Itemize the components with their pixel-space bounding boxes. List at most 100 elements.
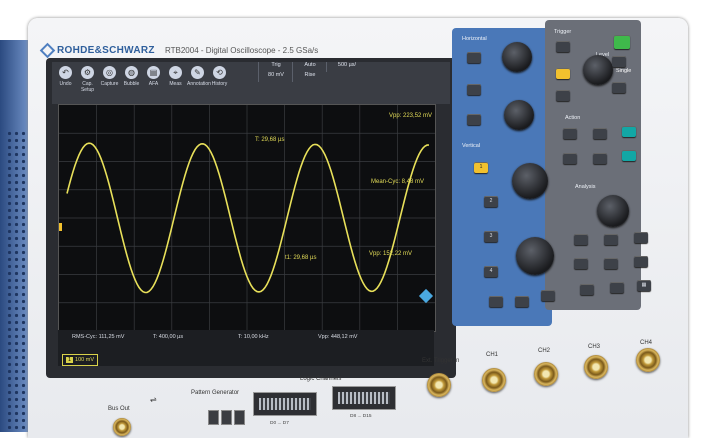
trigger-setup-button[interactable] xyxy=(556,41,570,52)
analysis-button-6[interactable] xyxy=(634,256,648,267)
bars-icon: ▤ xyxy=(147,66,160,79)
mode-label: Auto xyxy=(292,62,327,72)
ch4-connector[interactable] xyxy=(636,348,660,372)
bus-out-connector[interactable] xyxy=(113,418,131,436)
analysis-button-5[interactable] xyxy=(604,258,618,269)
pattern-pin-2[interactable] xyxy=(221,410,232,425)
waveform-display[interactable]: Vpp: 223,52 mV T: 29,68 µs Mean-Cyc: 8,4… xyxy=(56,104,436,332)
force-button[interactable] xyxy=(612,82,626,93)
ventilation-grille xyxy=(6,130,26,430)
measure-vpp: Vpp: 223,52 mV xyxy=(389,113,432,119)
analysis-button-7[interactable] xyxy=(580,284,594,295)
trigger-source-button[interactable] xyxy=(556,68,570,79)
pattern-pin-1[interactable] xyxy=(208,410,219,425)
vertical-label: Vertical xyxy=(462,143,481,149)
action-button-3[interactable] xyxy=(622,126,636,137)
logic-range-1: D0 ... D7 xyxy=(270,421,289,426)
analysis-button-4[interactable] xyxy=(574,258,588,269)
analysis-button-2[interactable] xyxy=(604,234,618,245)
toolbar-cap-setup[interactable]: ⚙ Cap. Setup xyxy=(77,64,98,100)
logic-port-1-pins xyxy=(259,398,311,410)
trig-value: 80 mV xyxy=(258,72,293,82)
ch4-connector-label: CH4 xyxy=(640,340,653,346)
mode-value: Rise xyxy=(292,72,327,82)
analysis-button-3[interactable] xyxy=(634,232,648,243)
pattern-pin-3[interactable] xyxy=(234,410,245,425)
ch3-connector-label: CH3 xyxy=(588,344,601,350)
action-button-4[interactable] xyxy=(563,153,577,164)
toolbar-history[interactable]: ⟲ History xyxy=(209,64,230,100)
toolbar-meas[interactable]: ⌖ Meas xyxy=(165,64,186,100)
logic-range-2: D8 ... D15 xyxy=(350,414,372,419)
model-label: RTB2004 - Digital Oscilloscope - 2.5 GSa… xyxy=(165,46,319,55)
ch1-connector[interactable] xyxy=(482,368,506,392)
action-button-2[interactable] xyxy=(593,128,607,139)
ch1-connector-label: CH1 xyxy=(486,352,499,358)
ch1-scale-box[interactable]: 1 100 mV xyxy=(62,354,98,366)
action-button-1[interactable] xyxy=(563,128,577,139)
analysis-label: Analysis xyxy=(575,184,596,190)
undo-icon: ↶ xyxy=(59,66,72,79)
action-label: Action xyxy=(565,115,581,121)
logic-port-2-pins xyxy=(338,392,390,404)
cursor-readout: t1: 29,68 µs xyxy=(285,255,316,261)
analysis-button-8[interactable] xyxy=(610,282,624,293)
logic-port-2[interactable] xyxy=(332,386,396,410)
horizontal-button-3[interactable] xyxy=(467,114,481,125)
trigger-label: Trigger xyxy=(554,29,572,35)
waveform-svg: Vpp: 223,52 mV T: 29,68 µs Mean-Cyc: 8,4… xyxy=(56,105,435,331)
ch4-button[interactable]: 4 xyxy=(484,266,498,277)
horizontal-position-knob[interactable] xyxy=(502,42,532,72)
ch3-connector[interactable] xyxy=(584,355,608,379)
single-button[interactable] xyxy=(612,56,626,67)
action-button-5[interactable] xyxy=(593,153,607,164)
bubble-icon: ◍ xyxy=(125,66,138,79)
ch3-button[interactable]: 3 xyxy=(484,231,498,242)
toolbar-annotation[interactable]: ✎ Annotation xyxy=(187,64,211,100)
meas-frequency: T: 10,00 kHz xyxy=(238,334,269,340)
meas-rms: RMS-Cyc: 111,25 mV xyxy=(72,334,125,340)
meas-vpp: Vpp: 448,12 mV xyxy=(318,334,358,340)
universal-knob[interactable] xyxy=(597,195,629,227)
meas-period: T: 400,00 µs xyxy=(153,334,184,340)
grid xyxy=(59,105,435,331)
measurement-bar: RMS-Cyc: 111,25 mV T: 400,00 µs T: 10,00… xyxy=(58,330,434,366)
measure-period: T: 29,68 µs xyxy=(255,137,284,143)
capture-icon: ◎ xyxy=(103,66,116,79)
ext-trigger-label: Ext. Trigger In xyxy=(422,358,460,364)
single-label: Single xyxy=(616,68,632,74)
logic-channels-label: Logic Channels xyxy=(300,376,342,382)
measure-icon: ⌖ xyxy=(169,66,182,79)
diamond-logo-icon xyxy=(39,42,56,59)
measure-vpp2: Vpp: 152,22 mV xyxy=(369,251,412,257)
trig-label: Trig xyxy=(258,62,293,72)
bus-button[interactable] xyxy=(541,290,555,301)
analysis-button-1[interactable] xyxy=(574,234,588,245)
toolbar-afa[interactable]: ▤ AFA xyxy=(143,64,164,100)
grid-button[interactable]: ▦ xyxy=(637,280,651,291)
run-stop-button[interactable] xyxy=(614,35,630,49)
pattern-generator-label: Pattern Generator xyxy=(191,390,240,396)
logic-port-1[interactable] xyxy=(253,392,317,416)
ch2-connector-label: CH2 xyxy=(538,348,551,354)
vertical-position-knob[interactable] xyxy=(512,163,548,199)
ch2-button[interactable]: 2 xyxy=(484,196,498,207)
math-button[interactable] xyxy=(489,296,503,307)
ch1-button[interactable]: 1 xyxy=(474,162,488,173)
vertical-scale-knob[interactable] xyxy=(516,237,554,275)
trigger-mode-button[interactable] xyxy=(556,90,570,101)
nav-diamond-icon[interactable] xyxy=(418,288,434,304)
toolbar-capture[interactable]: ◎ Capture xyxy=(99,64,120,100)
toolbar-undo[interactable]: ↶ Undo xyxy=(55,64,76,100)
toolbar-bubble[interactable]: ◍ Bubble xyxy=(121,64,142,100)
action-button-6[interactable] xyxy=(622,150,636,161)
trigger-level-knob[interactable] xyxy=(583,55,613,85)
horizontal-button-1[interactable] xyxy=(467,52,481,63)
ext-trigger-connector[interactable] xyxy=(427,373,451,397)
brand-logo: ROHDE&SCHWARZ xyxy=(39,42,155,59)
horizontal-scale-knob[interactable] xyxy=(504,100,534,130)
ref-button[interactable] xyxy=(515,296,529,307)
history-icon: ⟲ xyxy=(213,66,226,79)
ch2-connector[interactable] xyxy=(534,362,558,386)
horizontal-button-2[interactable] xyxy=(467,84,481,95)
